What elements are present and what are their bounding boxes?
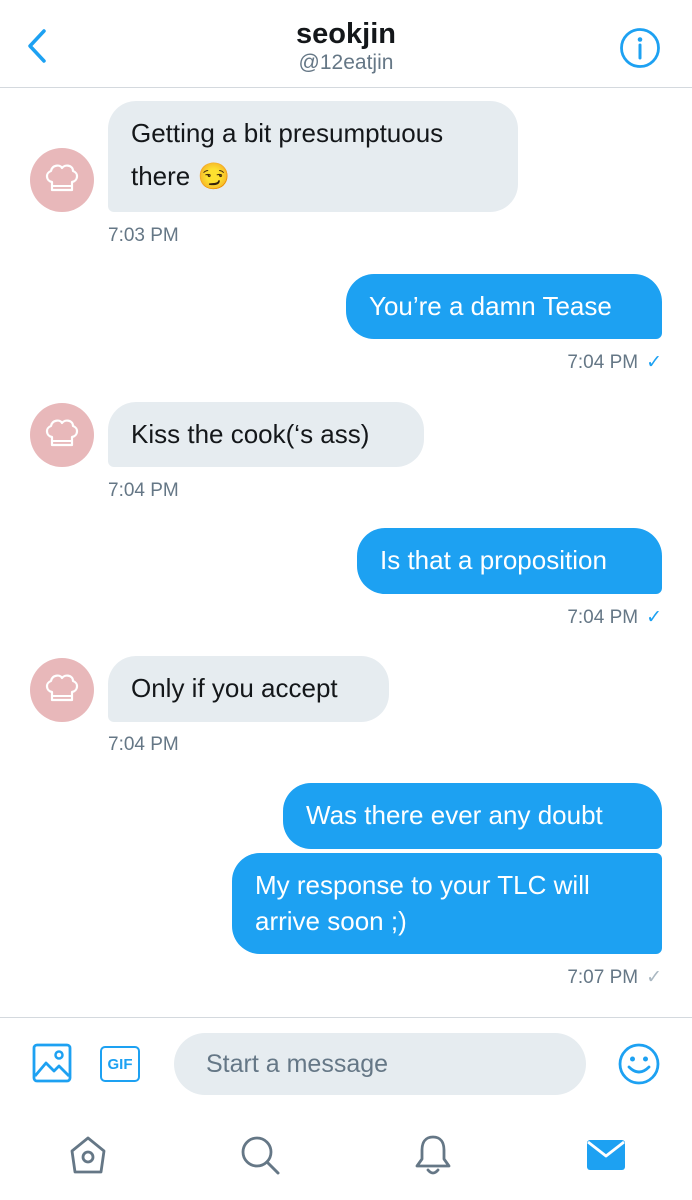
- message-bubble-incoming[interactable]: Only if you accept: [108, 656, 389, 722]
- read-check-icon: ✓: [646, 352, 662, 373]
- message-bubble-incoming[interactable]: Getting a bit presumptuous there 😏: [108, 101, 518, 212]
- emoji-button[interactable]: [617, 1042, 661, 1086]
- gif-button[interactable]: GIF: [100, 1046, 140, 1082]
- message-status-row: 7:04 PM ✓: [567, 606, 662, 629]
- avatar[interactable]: [30, 148, 94, 212]
- conversation-header: seokjin @12eatjin: [0, 0, 692, 88]
- avatar[interactable]: [30, 658, 94, 722]
- message-bubble-incoming[interactable]: Kiss the cook(‘s ass): [108, 402, 424, 467]
- message-text: My response to your TLC will: [255, 870, 590, 900]
- tab-home[interactable]: [66, 1133, 110, 1177]
- search-icon: [241, 1136, 280, 1175]
- chef-hat-icon: [45, 419, 79, 447]
- message-timestamp: 7:04 PM: [567, 352, 639, 373]
- message-timestamp: 7:04 PM: [108, 734, 179, 755]
- chef-hat-icon: [45, 674, 79, 702]
- bell-icon: [415, 1135, 451, 1175]
- smiley-icon: [618, 1043, 660, 1085]
- message-timestamp: 7:04 PM: [108, 480, 179, 501]
- message-timestamp: 7:03 PM: [108, 225, 179, 246]
- tab-messages[interactable]: [584, 1133, 628, 1177]
- tab-search[interactable]: [238, 1133, 282, 1177]
- message-input[interactable]: Start a message: [174, 1033, 586, 1095]
- message-text: Getting a bit presumptuous: [131, 118, 444, 148]
- message-text: there 😏: [131, 161, 230, 191]
- info-icon: [620, 28, 660, 68]
- message-bubble-outgoing[interactable]: You’re a damn Tease: [346, 274, 662, 339]
- avatar[interactable]: [30, 403, 94, 467]
- chef-hat-icon: [45, 164, 79, 192]
- sent-check-icon: ✓: [646, 967, 662, 988]
- conversation-handle: @12eatjin: [298, 51, 394, 74]
- add-photo-button[interactable]: [32, 1043, 72, 1083]
- message-status-row: 7:04 PM ✓: [567, 351, 662, 374]
- message-timestamp: 7:07 PM: [567, 967, 639, 988]
- read-check-icon: ✓: [646, 607, 662, 628]
- home-icon: [70, 1136, 106, 1174]
- tab-notifications[interactable]: [411, 1133, 455, 1177]
- message-bubble-outgoing[interactable]: Is that a proposition: [357, 528, 662, 594]
- message-bubble-outgoing[interactable]: Was there ever any doubt: [283, 783, 662, 849]
- message-timestamp: 7:04 PM: [567, 607, 639, 628]
- message-status-row: 7:07 PM ✓: [567, 966, 662, 989]
- message-bubble-outgoing[interactable]: My response to your TLC will arrive soon…: [232, 853, 662, 954]
- info-button[interactable]: [618, 26, 662, 70]
- message-text: arrive soon ;): [255, 906, 407, 936]
- mail-icon: [587, 1140, 625, 1170]
- image-icon: [32, 1043, 72, 1083]
- conversation-title: seokjin: [296, 18, 396, 50]
